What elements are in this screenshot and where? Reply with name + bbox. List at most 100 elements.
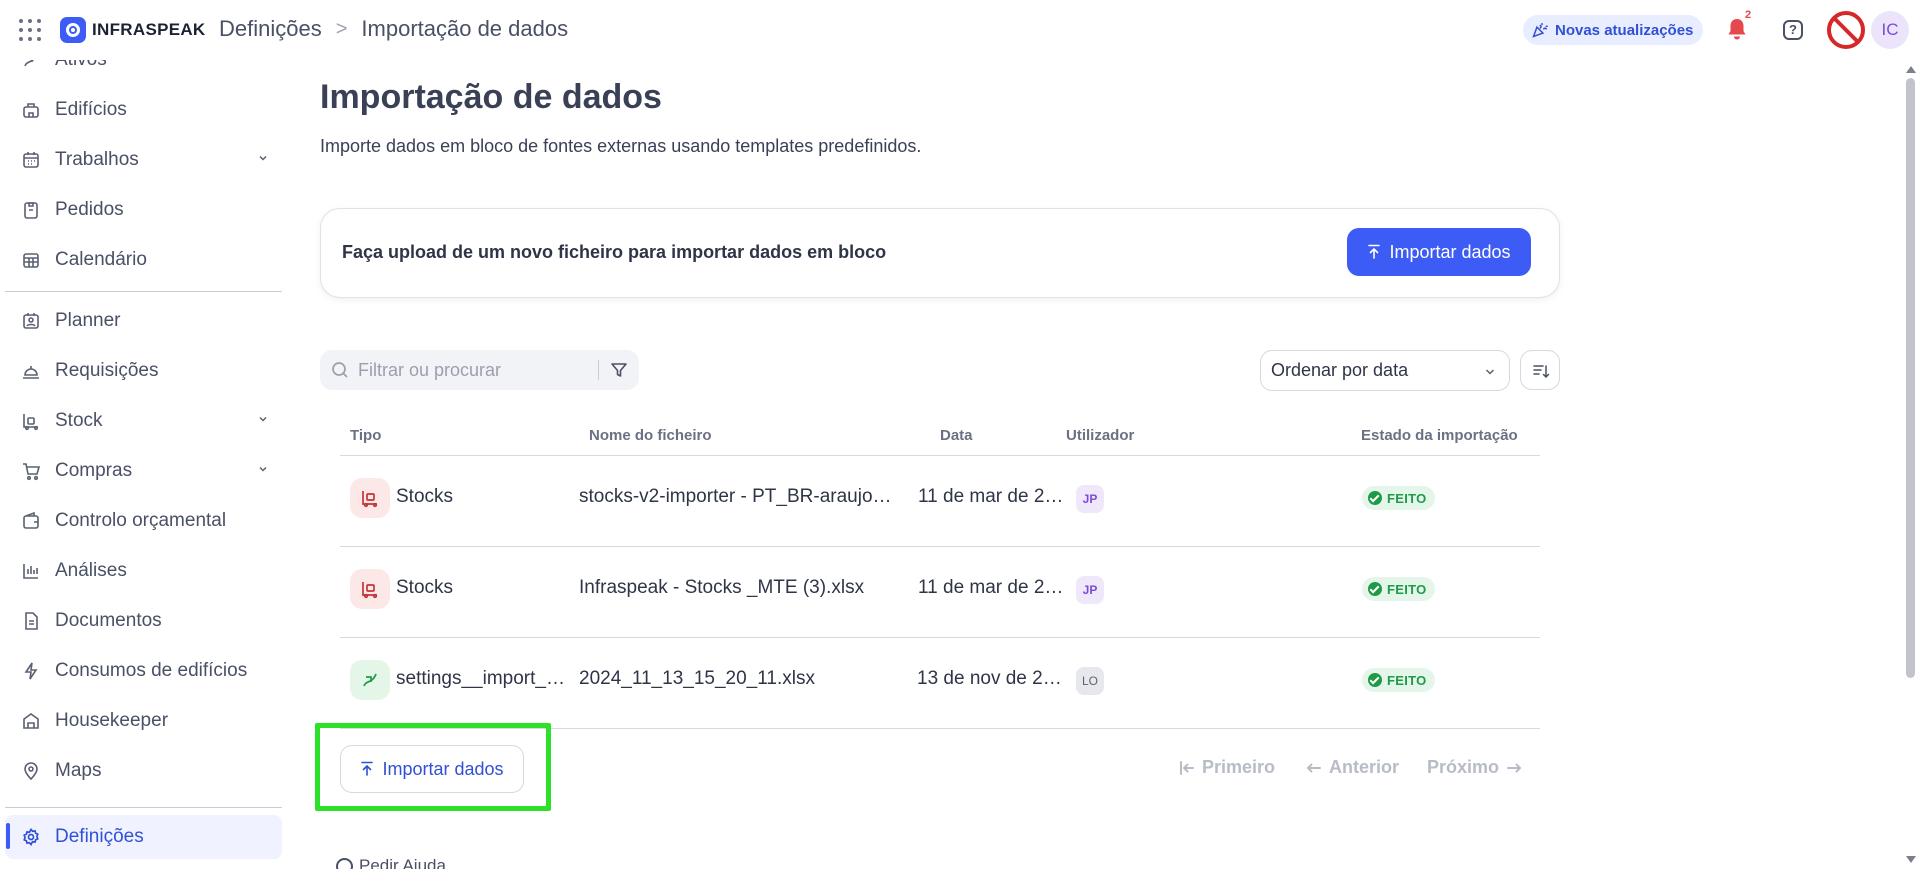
sidebar-item-analytics[interactable]: Análises bbox=[5, 549, 282, 593]
arrow-left-icon bbox=[1306, 763, 1321, 772]
sidebar-item-purchases[interactable]: Compras bbox=[5, 449, 282, 493]
gear-icon bbox=[21, 827, 41, 847]
import-data-bottom-label: Importar dados bbox=[382, 758, 504, 779]
top-bar: INFRASPEAK Definições > Importação de da… bbox=[0, 0, 1920, 60]
search-icon bbox=[332, 362, 348, 378]
column-header-filename[interactable]: Nome do ficheiro bbox=[589, 427, 712, 444]
sidebar-item-label: Consumos de edifícios bbox=[55, 660, 248, 681]
calendar-icon bbox=[21, 250, 41, 270]
scrollbar[interactable] bbox=[1901, 60, 1920, 869]
sidebar-item-requisitions[interactable]: Requisições bbox=[5, 349, 282, 393]
sidebar-item-label: Trabalhos bbox=[55, 149, 139, 170]
stock-icon bbox=[21, 411, 41, 431]
sidebar-item-maps[interactable]: Maps bbox=[5, 749, 282, 793]
sidebar-item-label: Documentos bbox=[55, 610, 162, 631]
import-data-bottom-button[interactable]: Importar dados bbox=[340, 745, 524, 793]
sidebar-divider bbox=[5, 807, 282, 808]
help-circle-icon bbox=[336, 857, 353, 869]
help-link[interactable]: Pedir Ajuda bbox=[336, 856, 446, 869]
pagination-previous-label: Anterior bbox=[1329, 757, 1400, 777]
user-avatar: LO bbox=[1076, 667, 1104, 695]
chevron-down-icon[interactable] bbox=[256, 462, 270, 476]
user-avatar[interactable]: IC bbox=[1871, 11, 1909, 49]
status-badge: FEITO bbox=[1362, 668, 1435, 692]
sidebar-item-planner[interactable]: Planner bbox=[5, 299, 282, 343]
pagination-next[interactable]: Próximo bbox=[1427, 757, 1523, 778]
sidebar-item-label: Maps bbox=[55, 760, 102, 781]
column-header-status[interactable]: Estado da importação bbox=[1361, 427, 1518, 444]
breadcrumb-settings[interactable]: Definições bbox=[219, 16, 322, 42]
sort-select[interactable]: Ordenar por data bbox=[1260, 350, 1510, 391]
import-data-button[interactable]: Importar dados bbox=[1347, 228, 1531, 276]
first-page-icon bbox=[1180, 760, 1194, 775]
apps-grid-icon[interactable] bbox=[19, 19, 41, 41]
scrollbar-thumb[interactable] bbox=[1906, 78, 1915, 678]
sidebar-item-label: Calendário bbox=[55, 249, 147, 270]
breadcrumb-current: Importação de dados bbox=[361, 16, 569, 41]
row-type: Stocks bbox=[396, 577, 454, 598]
sidebar-item-requests[interactable]: Pedidos bbox=[5, 188, 282, 232]
row-date: 11 de mar de 2025 bbox=[918, 577, 1068, 598]
table-row[interactable]: Stocks Infraspeak - Stocks _MTE (3).xlsx… bbox=[340, 547, 1540, 638]
status-label: FEITO bbox=[1387, 490, 1427, 506]
assets-icon bbox=[21, 60, 41, 70]
news-updates-button[interactable]: Novas atualizações bbox=[1523, 15, 1704, 45]
sidebar-item-label: Compras bbox=[55, 460, 133, 481]
sort-descending-icon bbox=[1533, 365, 1550, 379]
chevron-down-icon bbox=[1485, 369, 1495, 375]
sidebar-item-calendar[interactable]: Calendário bbox=[5, 238, 282, 282]
sidebar-item-label: Ativos bbox=[55, 60, 107, 71]
pagination-first-label: Primeiro bbox=[1202, 757, 1276, 777]
sidebar-item-settings[interactable]: Definições bbox=[5, 815, 282, 859]
sidebar-item-jobs[interactable]: Trabalhos bbox=[5, 138, 282, 182]
sidebar-divider bbox=[5, 291, 282, 292]
table-row[interactable]: settings__import_… 2024_11_13_15_20_11.x… bbox=[340, 638, 1540, 729]
sidebar-item-buildings[interactable]: Edifícios bbox=[5, 88, 282, 132]
no-entry-icon[interactable] bbox=[1826, 10, 1866, 50]
import-data-label: Importar dados bbox=[1389, 241, 1511, 262]
row-type: settings__import_… bbox=[396, 668, 565, 689]
upload-card-text: Faça upload de um novo ficheiro para imp… bbox=[342, 242, 887, 262]
table-row[interactable]: Stocks stocks-v2-importer - PT_BR-araujo… bbox=[340, 456, 1540, 547]
sidebar-item-stock[interactable]: Stock bbox=[5, 399, 282, 443]
logo-mark-icon bbox=[60, 17, 86, 43]
filter-icon[interactable] bbox=[610, 361, 628, 379]
page-title: Importação de dados bbox=[320, 78, 662, 116]
column-header-user[interactable]: Utilizador bbox=[1066, 427, 1134, 444]
party-popper-icon bbox=[1532, 22, 1548, 38]
chevron-down-icon[interactable] bbox=[256, 151, 270, 165]
document-icon bbox=[21, 611, 41, 631]
sidebar-item-assets[interactable]: Ativos bbox=[5, 60, 282, 82]
row-filename: Infraspeak - Stocks _MTE (3).xlsx bbox=[579, 577, 865, 598]
sidebar-item-housekeeper[interactable]: Housekeeper bbox=[5, 699, 282, 743]
brand-logo[interactable]: INFRASPEAK bbox=[60, 17, 206, 43]
clipboard-icon bbox=[21, 200, 41, 220]
service-bell-icon bbox=[21, 361, 41, 381]
calendar-grid-icon bbox=[21, 150, 41, 170]
row-date: 11 de mar de 2025 bbox=[918, 486, 1068, 507]
sidebar-item-label: Definições bbox=[55, 826, 144, 847]
sidebar-item-budget[interactable]: Controlo orçamental bbox=[5, 499, 282, 543]
help-icon[interactable]: ? bbox=[1783, 20, 1803, 40]
pagination-previous[interactable]: Anterior bbox=[1305, 757, 1399, 778]
column-header-type[interactable]: Tipo bbox=[350, 427, 381, 444]
sidebar-item-documents[interactable]: Documentos bbox=[5, 599, 282, 643]
wallet-icon bbox=[21, 511, 41, 531]
scroll-down-icon[interactable] bbox=[1906, 856, 1916, 863]
active-indicator bbox=[6, 823, 10, 849]
cart-icon bbox=[21, 461, 41, 481]
sidebar-item-building-consumption[interactable]: Consumos de edifícios bbox=[5, 649, 282, 693]
main-content: Importação de dados Importe dados em blo… bbox=[320, 60, 1560, 869]
sidebar-item-label: Controlo orçamental bbox=[55, 510, 227, 531]
scroll-up-icon[interactable] bbox=[1906, 66, 1916, 73]
sidebar-item-label: Planner bbox=[55, 310, 121, 331]
status-badge: FEITO bbox=[1362, 577, 1435, 601]
chevron-down-icon[interactable] bbox=[256, 412, 270, 426]
bar-chart-icon bbox=[21, 561, 41, 581]
sort-direction-button[interactable] bbox=[1520, 350, 1560, 390]
column-header-date[interactable]: Data bbox=[940, 427, 973, 444]
pagination-first[interactable]: Primeiro bbox=[1178, 757, 1275, 778]
building-icon bbox=[21, 100, 41, 120]
search-input[interactable] bbox=[358, 350, 578, 390]
sidebar-item-label: Análises bbox=[55, 560, 127, 581]
